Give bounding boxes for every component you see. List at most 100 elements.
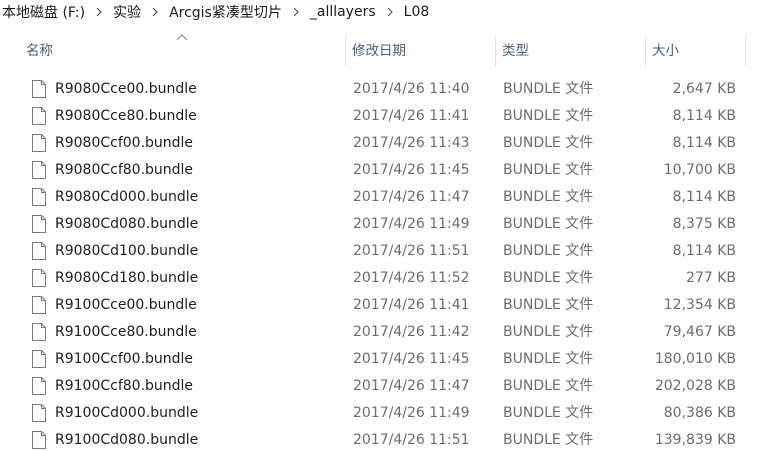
file-icon	[32, 188, 46, 206]
breadcrumb-item-drive[interactable]: 本地磁盘 (F:)	[0, 2, 87, 22]
column-header-name[interactable]: 名称	[20, 36, 346, 66]
file-type: BUNDLE 文件	[503, 324, 594, 340]
chevron-right-icon[interactable]	[378, 0, 402, 24]
file-size: 8,114 KB	[672, 135, 736, 151]
file-name: R9080Ccf80.bundle	[55, 162, 194, 178]
file-name: R9100Cd080.bundle	[55, 432, 199, 448]
file-type: BUNDLE 文件	[503, 216, 594, 232]
file-type: BUNDLE 文件	[503, 108, 594, 124]
file-size: 2,647 KB	[672, 81, 736, 97]
breadcrumb-item-folder-1[interactable]: 实验	[111, 2, 143, 22]
file-name: R9100Cce80.bundle	[55, 324, 197, 340]
file-row[interactable]: R9080Ccf80.bundle 2017/4/26 11:45 BUNDLE 文…	[0, 157, 782, 184]
file-row[interactable]: R9080Ccf00.bundle 2017/4/26 11:43 BUNDLE 文…	[0, 130, 782, 157]
file-type: BUNDLE 文件	[503, 405, 594, 421]
file-type: BUNDLE 文件	[503, 81, 594, 97]
chevron-right-icon[interactable]	[284, 0, 308, 24]
file-name: R9100Ccf00.bundle	[55, 351, 194, 367]
file-explorer-window: 本地磁盘 (F:) 实验 Arcgis紧凑型切片 _alllayers L08 …	[0, 0, 782, 451]
file-date-modified: 2017/4/26 11:40	[353, 81, 470, 97]
file-type: BUNDLE 文件	[503, 135, 594, 151]
file-icon	[32, 350, 46, 368]
breadcrumb-item-current[interactable]: L08	[402, 4, 432, 20]
file-date-modified: 2017/4/26 11:51	[353, 243, 470, 259]
file-type: BUNDLE 文件	[503, 297, 594, 313]
file-date-modified: 2017/4/26 11:41	[353, 108, 470, 124]
file-size: 8,114 KB	[672, 108, 736, 124]
file-icon	[32, 296, 46, 314]
file-row[interactable]: R9100Ccf00.bundle 2017/4/26 11:45 BUNDLE 文…	[0, 346, 782, 373]
file-name: R9080Cd080.bundle	[55, 216, 199, 232]
file-row[interactable]: R9080Cce80.bundle 2017/4/26 11:41 BUNDLE 文…	[0, 103, 782, 130]
file-row[interactable]: R9080Cd080.bundle 2017/4/26 11:49 BUNDLE 文…	[0, 211, 782, 238]
file-name: R9100Cd000.bundle	[55, 405, 199, 421]
file-icon	[32, 107, 46, 125]
column-header-type[interactable]: 类型	[496, 36, 646, 66]
file-date-modified: 2017/4/26 11:51	[353, 432, 470, 448]
file-name: R9080Cd180.bundle	[55, 270, 199, 286]
file-size: 8,114 KB	[672, 189, 736, 205]
file-type: BUNDLE 文件	[503, 270, 594, 286]
file-size: 10,700 KB	[663, 162, 736, 178]
file-size: 12,354 KB	[663, 297, 736, 313]
file-size: 79,467 KB	[663, 324, 736, 340]
file-row[interactable]: R9100Cd080.bundle 2017/4/26 11:51 BUNDLE 文…	[0, 427, 782, 451]
file-size: 180,010 KB	[654, 351, 736, 367]
file-row[interactable]: R9100Cd000.bundle 2017/4/26 11:49 BUNDLE 文…	[0, 400, 782, 427]
chevron-right-icon[interactable]	[87, 0, 111, 24]
file-row[interactable]: R9100Ccf80.bundle 2017/4/26 11:47 BUNDLE 文…	[0, 373, 782, 400]
file-icon	[32, 215, 46, 233]
chevron-right-icon[interactable]	[143, 0, 167, 24]
file-name: R9100Ccf80.bundle	[55, 378, 194, 394]
file-list: R9080Cce00.bundle 2017/4/26 11:40 BUNDLE 文…	[0, 76, 782, 451]
file-icon	[32, 242, 46, 260]
file-size: 139,839 KB	[654, 432, 736, 448]
file-name: R9080Cd000.bundle	[55, 189, 199, 205]
file-date-modified: 2017/4/26 11:49	[353, 405, 470, 421]
file-type: BUNDLE 文件	[503, 189, 594, 205]
file-name: R9080Cce00.bundle	[55, 81, 197, 97]
file-date-modified: 2017/4/26 11:47	[353, 378, 470, 394]
file-size: 8,375 KB	[672, 216, 736, 232]
breadcrumb-item-folder-2[interactable]: Arcgis紧凑型切片	[167, 2, 284, 22]
column-header-size[interactable]: 大小	[646, 36, 746, 66]
file-row[interactable]: R9100Cce80.bundle 2017/4/26 11:42 BUNDLE 文…	[0, 319, 782, 346]
file-date-modified: 2017/4/26 11:47	[353, 189, 470, 205]
file-name: R9080Cce80.bundle	[55, 108, 197, 124]
file-icon	[32, 161, 46, 179]
file-size: 80,386 KB	[663, 405, 736, 421]
file-row[interactable]: R9080Cce00.bundle 2017/4/26 11:40 BUNDLE 文…	[0, 76, 782, 103]
file-type: BUNDLE 文件	[503, 432, 594, 448]
breadcrumb-item-folder-3[interactable]: _alllayers	[308, 4, 378, 20]
file-icon	[32, 404, 46, 422]
file-icon	[32, 431, 46, 449]
file-date-modified: 2017/4/26 11:45	[353, 162, 470, 178]
file-size: 202,028 KB	[654, 378, 736, 394]
file-type: BUNDLE 文件	[503, 351, 594, 367]
file-size: 277 KB	[686, 270, 736, 286]
file-name: R9100Cce00.bundle	[55, 297, 197, 313]
file-icon	[32, 80, 46, 98]
file-date-modified: 2017/4/26 11:45	[353, 351, 470, 367]
file-date-modified: 2017/4/26 11:52	[353, 270, 470, 286]
file-icon	[32, 377, 46, 395]
file-icon	[32, 134, 46, 152]
file-row[interactable]: R9100Cce00.bundle 2017/4/26 11:41 BUNDLE 文…	[0, 292, 782, 319]
file-type: BUNDLE 文件	[503, 378, 594, 394]
file-size: 8,114 KB	[672, 243, 736, 259]
column-header-date-modified[interactable]: 修改日期	[346, 36, 496, 66]
file-row[interactable]: R9080Cd000.bundle 2017/4/26 11:47 BUNDLE 文…	[0, 184, 782, 211]
file-row[interactable]: R9080Cd100.bundle 2017/4/26 11:51 BUNDLE 文…	[0, 238, 782, 265]
file-type: BUNDLE 文件	[503, 243, 594, 259]
file-date-modified: 2017/4/26 11:42	[353, 324, 470, 340]
file-icon	[32, 323, 46, 341]
file-name: R9080Cd100.bundle	[55, 243, 199, 259]
file-icon	[32, 269, 46, 287]
file-type: BUNDLE 文件	[503, 162, 594, 178]
file-date-modified: 2017/4/26 11:49	[353, 216, 470, 232]
file-name: R9080Ccf00.bundle	[55, 135, 194, 151]
file-row[interactable]: R9080Cd180.bundle 2017/4/26 11:52 BUNDLE 文…	[0, 265, 782, 292]
file-date-modified: 2017/4/26 11:43	[353, 135, 470, 151]
file-date-modified: 2017/4/26 11:41	[353, 297, 470, 313]
breadcrumb: 本地磁盘 (F:) 实验 Arcgis紧凑型切片 _alllayers L08	[0, 0, 782, 24]
